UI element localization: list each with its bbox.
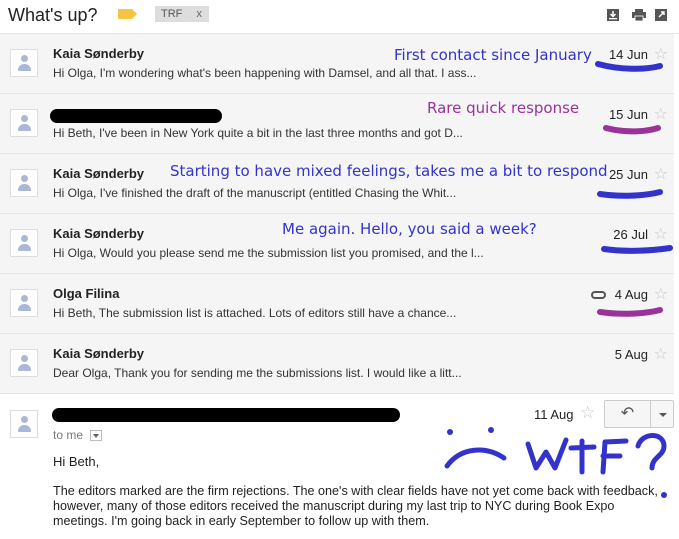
message-date: 5 Aug (614, 347, 648, 362)
handwritten-annotation: First contact since January (394, 46, 592, 64)
message-date: 15 Jun (608, 107, 648, 122)
label-chip-trf[interactable]: TRF x (155, 6, 209, 22)
message-snippet: Hi Beth, The submission list is attached… (53, 306, 457, 320)
star-icon[interactable]: ☆ (654, 224, 668, 244)
sender-name: Kaia Sønderby (53, 166, 145, 181)
message-snippet: Hi Olga, Would you please send me the su… (53, 246, 484, 260)
avatar (10, 289, 38, 317)
message-body: The editors marked are the firm rejectio… (53, 484, 658, 528)
message-date: 25 Jun (608, 167, 648, 182)
handwritten-annotation: Starting to have mixed feelings, takes m… (170, 162, 608, 180)
sender-name: Olga Filina (53, 286, 120, 301)
message-snippet: Hi Olga, I'm wondering what's been happe… (53, 66, 477, 80)
sender-name: Kaia Sønderby (53, 46, 145, 61)
avatar (10, 229, 38, 257)
message-date: 14 Jun (608, 47, 648, 62)
message-date: 26 Jul (613, 227, 648, 242)
avatar (10, 410, 38, 438)
label-chip-text: TRF (161, 8, 183, 20)
redaction-scribble (52, 408, 400, 422)
message-greeting: Hi Beth, (53, 454, 100, 469)
message-date: 11 Aug (534, 407, 574, 422)
star-icon[interactable]: ☆ (580, 403, 595, 423)
star-icon[interactable]: ☆ (654, 344, 668, 364)
star-icon[interactable]: ☆ (654, 104, 668, 124)
message-date: 4 Aug (614, 287, 648, 302)
sender-name: Kaia Sønderby (53, 346, 145, 361)
avatar (10, 109, 38, 137)
message-snippet: Hi Beth, I've been in New York quite a b… (53, 126, 463, 140)
show-details-icon[interactable] (90, 430, 102, 441)
avatar (10, 169, 38, 197)
star-icon[interactable]: ☆ (654, 284, 668, 304)
thread-row[interactable]: Kaia Sønderby Hi Olga, Would you please … (0, 214, 674, 274)
avatar (10, 349, 38, 377)
message-snippet: Hi Olga, I've finished the draft of the … (53, 186, 457, 200)
open-message: 11 Aug ☆ ↶ to me Hi Beth, The editors ma… (0, 396, 674, 539)
reply-button[interactable]: ↶ (604, 400, 651, 428)
open-in-new-window-icon[interactable] (655, 9, 667, 21)
handwritten-annotation: Rare quick response (427, 99, 580, 117)
attachment-icon (591, 291, 606, 299)
message-snippet: Dear Olga, Thank you for sending me the … (53, 366, 462, 380)
star-icon[interactable]: ☆ (654, 164, 668, 184)
avatar (10, 49, 38, 77)
remove-label-button[interactable]: x (197, 6, 203, 22)
thread-row[interactable]: Kaia Sønderby Hi Olga, I'm wondering wha… (0, 34, 674, 94)
important-marker-icon[interactable] (118, 9, 137, 19)
more-options-button[interactable] (650, 400, 674, 428)
print-icon[interactable] (632, 9, 646, 21)
thread-row[interactable]: Kaia Sønderby Dear Olga, Thank you for s… (0, 334, 674, 394)
thread-row[interactable]: Kaia Sønderby Hi Olga, I've finished the… (0, 154, 674, 214)
star-icon[interactable]: ☆ (654, 44, 668, 64)
handwritten-annotation: Me again. Hello, you said a week? (282, 220, 537, 238)
thread-subject: What's up? (8, 5, 98, 25)
thread-header: What's up? TRF x (0, 0, 679, 34)
thread-row[interactable]: Olga Filina Hi Beth, The submission list… (0, 274, 674, 334)
download-icon[interactable] (607, 9, 619, 21)
thread-row[interactable]: Hi Beth, I've been in New York quite a b… (0, 94, 674, 154)
redaction-scribble (50, 109, 222, 123)
reply-icon: ↶ (620, 405, 635, 422)
sender-name: Kaia Sønderby (53, 226, 145, 241)
recipient-line: to me (53, 428, 84, 442)
